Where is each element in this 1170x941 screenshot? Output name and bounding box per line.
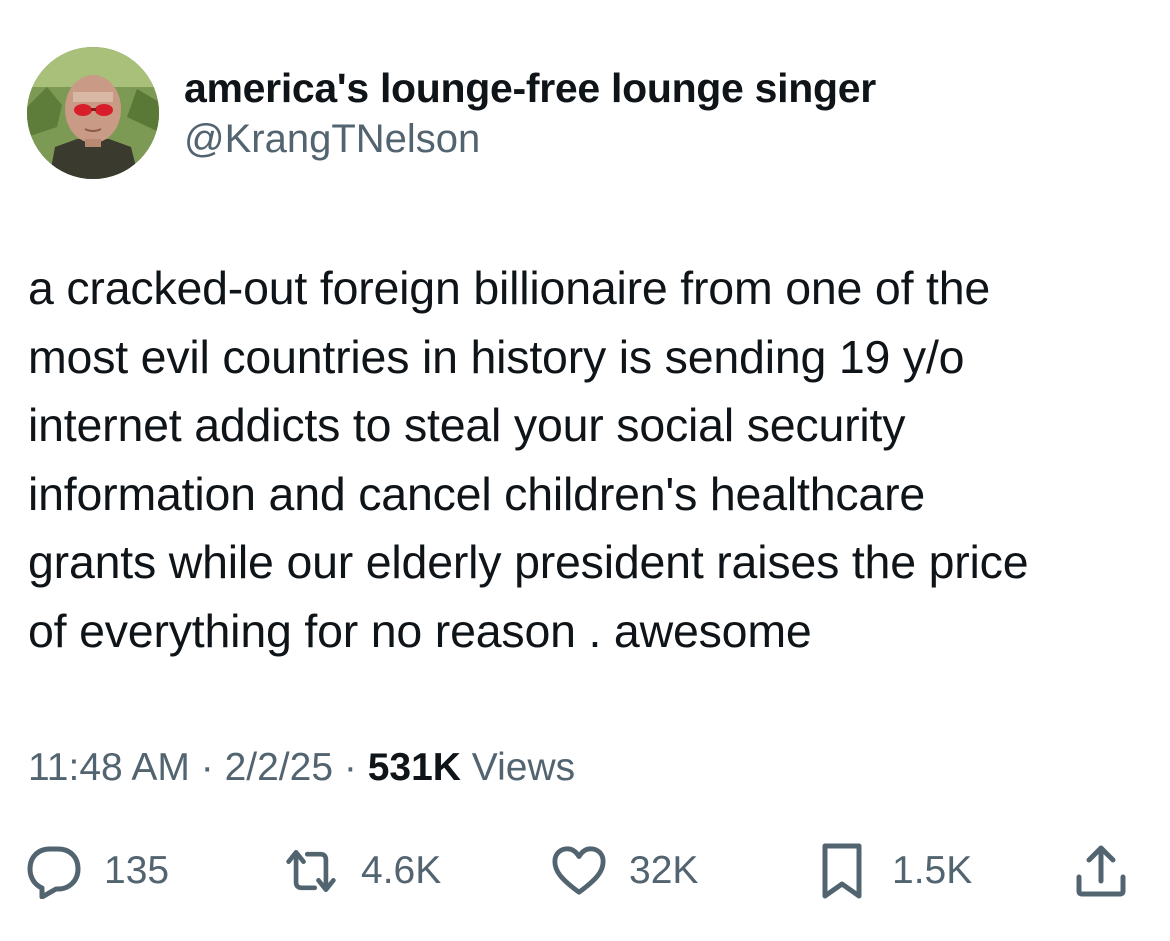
tweet-date[interactable]: 2/2/25 (225, 746, 333, 789)
retweet-icon (283, 843, 339, 899)
action-bar: 135 4.6K 32K 1.5K (0, 838, 1170, 904)
tweet-meta: 11:48 AM · 2/2/25 · 531K Views (28, 743, 575, 793)
author-handle[interactable]: @KrangTNelson (184, 114, 876, 164)
author-info: america's lounge-free lounge singer @Kra… (184, 62, 876, 164)
avatar-photo-icon (27, 47, 159, 179)
tweet-time[interactable]: 11:48 AM (28, 746, 190, 789)
bookmark-count: 1.5K (892, 849, 973, 892)
views-label: Views (471, 746, 576, 789)
reply-count: 135 (104, 849, 170, 892)
heart-icon (551, 843, 607, 899)
tweet-card: america's lounge-free lounge singer @Kra… (0, 0, 1170, 941)
bookmark-icon (814, 843, 870, 899)
views-count: 531K (367, 746, 461, 789)
share-icon (1073, 843, 1129, 899)
reply-button[interactable]: 135 (26, 838, 169, 904)
like-button[interactable]: 32K (551, 838, 698, 904)
tweet-text: a cracked-out foreign billionaire from o… (28, 262, 1029, 657)
author-display-name[interactable]: america's lounge-free lounge singer (184, 62, 876, 114)
retweet-count: 4.6K (361, 849, 442, 892)
bookmark-button[interactable]: 1.5K (814, 838, 972, 904)
reply-icon (26, 843, 82, 899)
meta-separator: · (200, 746, 214, 789)
share-button[interactable] (1073, 838, 1129, 904)
like-count: 32K (629, 849, 699, 892)
retweet-button[interactable]: 4.6K (283, 838, 441, 904)
avatar[interactable] (27, 47, 159, 179)
meta-separator: · (343, 746, 357, 789)
